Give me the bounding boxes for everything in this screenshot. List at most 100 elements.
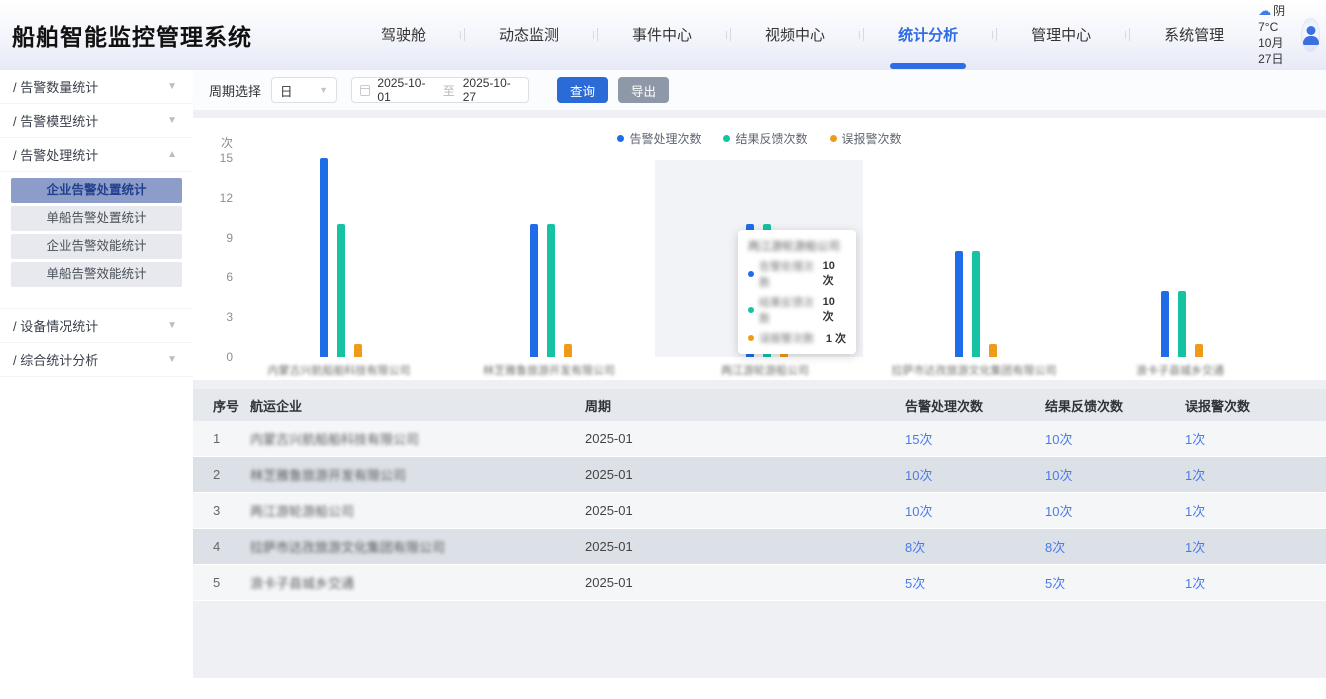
cell-company: 林芝雅鲁旅游开发有限公司	[250, 465, 585, 484]
chevron-down-icon: ▼	[167, 81, 177, 92]
nav-item-label: 动态监测	[499, 24, 559, 45]
bar-结果反馈次数-group4[interactable]	[972, 251, 980, 357]
export-button[interactable]: 导出	[618, 77, 669, 103]
cell-false-alarm-link[interactable]: 1次	[1185, 537, 1326, 556]
x-axis-label: 内蒙古兴航船舶科技有限公司	[254, 362, 424, 378]
bar-误报警次数-group2[interactable]	[564, 344, 572, 357]
query-button[interactable]: 查询	[557, 77, 608, 103]
cell-index: 1	[213, 431, 250, 446]
sidebar-submenu: 企业告警处置统计单船告警处置统计企业告警效能统计单船告警效能统计	[0, 172, 193, 309]
date-start: 2025-10-01	[377, 76, 434, 104]
bar-误报警次数-group5[interactable]	[1195, 344, 1203, 357]
bar-结果反馈次数-group1[interactable]	[337, 224, 345, 357]
sidebar-item-3-3[interactable]: 企业告警效能统计	[11, 234, 182, 259]
bar-误报警次数-group4[interactable]	[989, 344, 997, 357]
stats-table: 序号航运企业周期告警处理次数结果反馈次数误报警次数 1内蒙古兴航船舶科技有限公司…	[193, 389, 1326, 601]
cell-false-alarm-link[interactable]: 1次	[1185, 465, 1326, 484]
y-tick-label: 9	[203, 231, 233, 245]
cell-feedback-link[interactable]: 10次	[1045, 429, 1185, 448]
nav-item-1[interactable]: 驾驶舱	[347, 0, 460, 69]
tooltip-label: 结果反馈次数	[759, 294, 818, 326]
cell-feedback-link[interactable]: 8次	[1045, 537, 1185, 556]
sidebar-item-3-2[interactable]: 单船告警处置统计	[11, 206, 182, 231]
nav-item-label: 视频中心	[765, 24, 825, 45]
cell-feedback-link[interactable]: 10次	[1045, 465, 1185, 484]
x-axis-label: 两江游轮游船公司	[680, 362, 850, 378]
date-range-picker[interactable]: 2025-10-01 至 2025-10-27	[351, 77, 529, 103]
x-axis-label: 拉萨市达孜旅游文化集团有限公司	[889, 362, 1059, 378]
page: 船舶智能监控管理系统 驾驶舱动态监测事件中心视频中心统计分析管理中心系统管理 ☁…	[0, 0, 1326, 699]
bar-告警处理次数-group2[interactable]	[530, 224, 538, 357]
chevron-up-icon: ▲	[167, 149, 177, 160]
nav-item-3[interactable]: 事件中心	[598, 0, 726, 69]
sidebar-section-1[interactable]: / 告警数量统计▼	[0, 70, 193, 104]
column-header: 告警处理次数	[905, 396, 1045, 415]
bar-误报警次数-group1[interactable]	[354, 344, 362, 357]
cell-index: 2	[213, 467, 250, 482]
tooltip-row-2: 结果反馈次数10 次	[748, 294, 846, 326]
cell-false-alarm-link[interactable]: 1次	[1185, 429, 1326, 448]
sidebar-section-3[interactable]: / 告警处理统计 ▲	[0, 138, 193, 172]
y-axis-unit: 次	[221, 134, 233, 151]
sidebar-section-4[interactable]: / 设备情况统计▼	[0, 309, 193, 343]
column-header: 结果反馈次数	[1045, 396, 1185, 415]
table-row: 2林芝雅鲁旅游开发有限公司2025-0110次10次1次	[193, 457, 1326, 493]
nav-item-7[interactable]: 系统管理	[1130, 0, 1258, 69]
cell-handled-link[interactable]: 8次	[905, 537, 1045, 556]
chevron-down-icon: ▼	[167, 354, 177, 365]
cell-false-alarm-link[interactable]: 1次	[1185, 501, 1326, 520]
cell-period: 2025-01	[585, 467, 905, 482]
cell-handled-link[interactable]: 15次	[905, 429, 1045, 448]
legend-item-1[interactable]: 告警处理次数	[617, 130, 701, 147]
cloud-icon: ☁	[1258, 3, 1271, 18]
cell-period: 2025-01	[585, 539, 905, 554]
cell-handled-link[interactable]: 10次	[905, 465, 1045, 484]
sidebar-section-2[interactable]: / 告警模型统计▼	[0, 104, 193, 138]
legend-item-3[interactable]: 误报警次数	[830, 130, 902, 147]
legend-item-2[interactable]: 结果反馈次数	[723, 130, 807, 147]
cell-index: 3	[213, 503, 250, 518]
date-end: 2025-10-27	[463, 76, 520, 104]
sidebar-section-5[interactable]: / 综合统计分析 ▼	[0, 343, 193, 377]
period-label: 周期选择	[209, 81, 261, 100]
sidebar-item-3-4[interactable]: 单船告警效能统计	[11, 262, 182, 287]
nav-item-4[interactable]: 视频中心	[731, 0, 859, 69]
cell-company: 两江游轮游船公司	[250, 501, 585, 520]
bar-结果反馈次数-group2[interactable]	[547, 224, 555, 357]
bar-告警处理次数-group5[interactable]	[1161, 291, 1169, 357]
tooltip-title: 两江游轮游船公司	[748, 238, 846, 254]
sidebar-section-label: / 综合统计分析	[13, 350, 98, 369]
legend-label: 误报警次数	[842, 130, 902, 147]
y-tick-label: 6	[203, 270, 233, 284]
table-header-row: 序号航运企业周期告警处理次数结果反馈次数误报警次数	[193, 389, 1326, 421]
sidebar-section-label: / 告警处理统计	[13, 145, 98, 164]
cell-handled-link[interactable]: 5次	[905, 573, 1045, 592]
sidebar-section-label: / 设备情况统计	[13, 316, 98, 335]
cell-false-alarm-link[interactable]: 1次	[1185, 573, 1326, 592]
nav-item-2[interactable]: 动态监测	[465, 0, 593, 69]
sidebar-item-3-1[interactable]: 企业告警处置统计	[11, 178, 182, 203]
cell-feedback-link[interactable]: 10次	[1045, 501, 1185, 520]
tooltip-row-3: 误报警次数1 次	[748, 330, 846, 346]
cell-index: 5	[213, 575, 250, 590]
chart-legend: 告警处理次数 结果反馈次数 误报警次数	[193, 130, 1326, 147]
cell-feedback-link[interactable]: 5次	[1045, 573, 1185, 592]
bar-告警处理次数-group4[interactable]	[955, 251, 963, 357]
tooltip-dot-icon	[748, 307, 754, 313]
column-header: 周期	[585, 396, 905, 415]
cell-company: 拉萨市达孜旅游文化集团有限公司	[250, 537, 585, 556]
cell-index: 4	[213, 539, 250, 554]
calendar-icon	[360, 85, 370, 96]
bar-告警处理次数-group1[interactable]	[320, 158, 328, 357]
nav-item-6[interactable]: 管理中心	[997, 0, 1125, 69]
y-tick-label: 15	[203, 151, 233, 165]
cell-handled-link[interactable]: 10次	[905, 501, 1045, 520]
active-tab-underline	[890, 63, 966, 69]
column-header: 航运企业	[250, 396, 585, 415]
bar-结果反馈次数-group5[interactable]	[1178, 291, 1186, 357]
tooltip-value: 1 次	[826, 330, 846, 346]
period-select[interactable]: 日 ▼	[271, 77, 337, 103]
tooltip-row-1: 告警处理次数10 次	[748, 258, 846, 290]
user-avatar-icon[interactable]	[1301, 18, 1320, 52]
nav-item-5[interactable]: 统计分析	[864, 0, 992, 69]
